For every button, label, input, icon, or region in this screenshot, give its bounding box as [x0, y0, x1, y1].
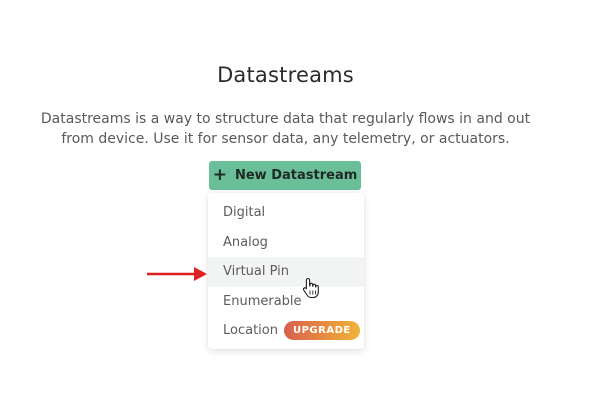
page-description: Datastreams is a way to structure data t… [40, 111, 531, 147]
menu-item-label: Location [223, 323, 278, 339]
menu-item-virtual-pin[interactable]: Virtual Pin [208, 257, 364, 287]
menu-item-enumerable[interactable]: Enumerable [208, 287, 364, 317]
menu-item-label: Digital [223, 205, 266, 221]
red-arrow-icon [147, 267, 207, 281]
new-datastream-label: New Datastream [234, 168, 358, 183]
upgrade-badge[interactable]: UPGRADE [283, 321, 360, 341]
plus-icon: + [212, 165, 227, 185]
menu-item-analog[interactable]: Analog [208, 228, 364, 258]
hand-cursor-icon [302, 277, 319, 299]
page-title: Datastreams [217, 63, 354, 87]
datastream-type-dropdown: Digital Analog Virtual Pin Enumerable Lo… [208, 193, 364, 349]
menu-item-label: Virtual Pin [223, 264, 290, 280]
menu-item-location[interactable]: Location UPGRADE [208, 316, 364, 346]
menu-item-label: Enumerable [223, 293, 302, 309]
menu-item-digital[interactable]: Digital [208, 198, 364, 228]
new-datastream-button[interactable]: + New Datastream [209, 161, 361, 190]
menu-item-label: Analog [223, 234, 268, 250]
